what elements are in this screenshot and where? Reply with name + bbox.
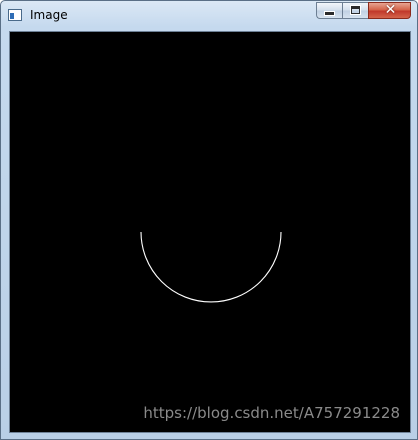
image-canvas (140, 231, 282, 303)
maximize-icon (351, 6, 360, 14)
minimize-button[interactable] (316, 2, 342, 19)
image-canvas-area: https://blog.csdn.net/A757291228 (9, 31, 411, 433)
app-window-icon[interactable] (8, 9, 22, 21)
watermark-text: https://blog.csdn.net/A757291228 (143, 404, 400, 422)
close-icon: ✕ (384, 2, 397, 18)
minimize-icon (325, 12, 334, 15)
maximize-button[interactable] (342, 2, 368, 19)
close-button[interactable]: ✕ (368, 2, 411, 19)
title-bar[interactable]: Image ✕ (1, 1, 417, 29)
window-title: Image (30, 8, 68, 22)
window-controls: ✕ (316, 2, 411, 20)
semicircle-arc (140, 231, 282, 303)
image-window: Image ✕ https://blog.csdn.net/A757291228 (0, 0, 418, 440)
